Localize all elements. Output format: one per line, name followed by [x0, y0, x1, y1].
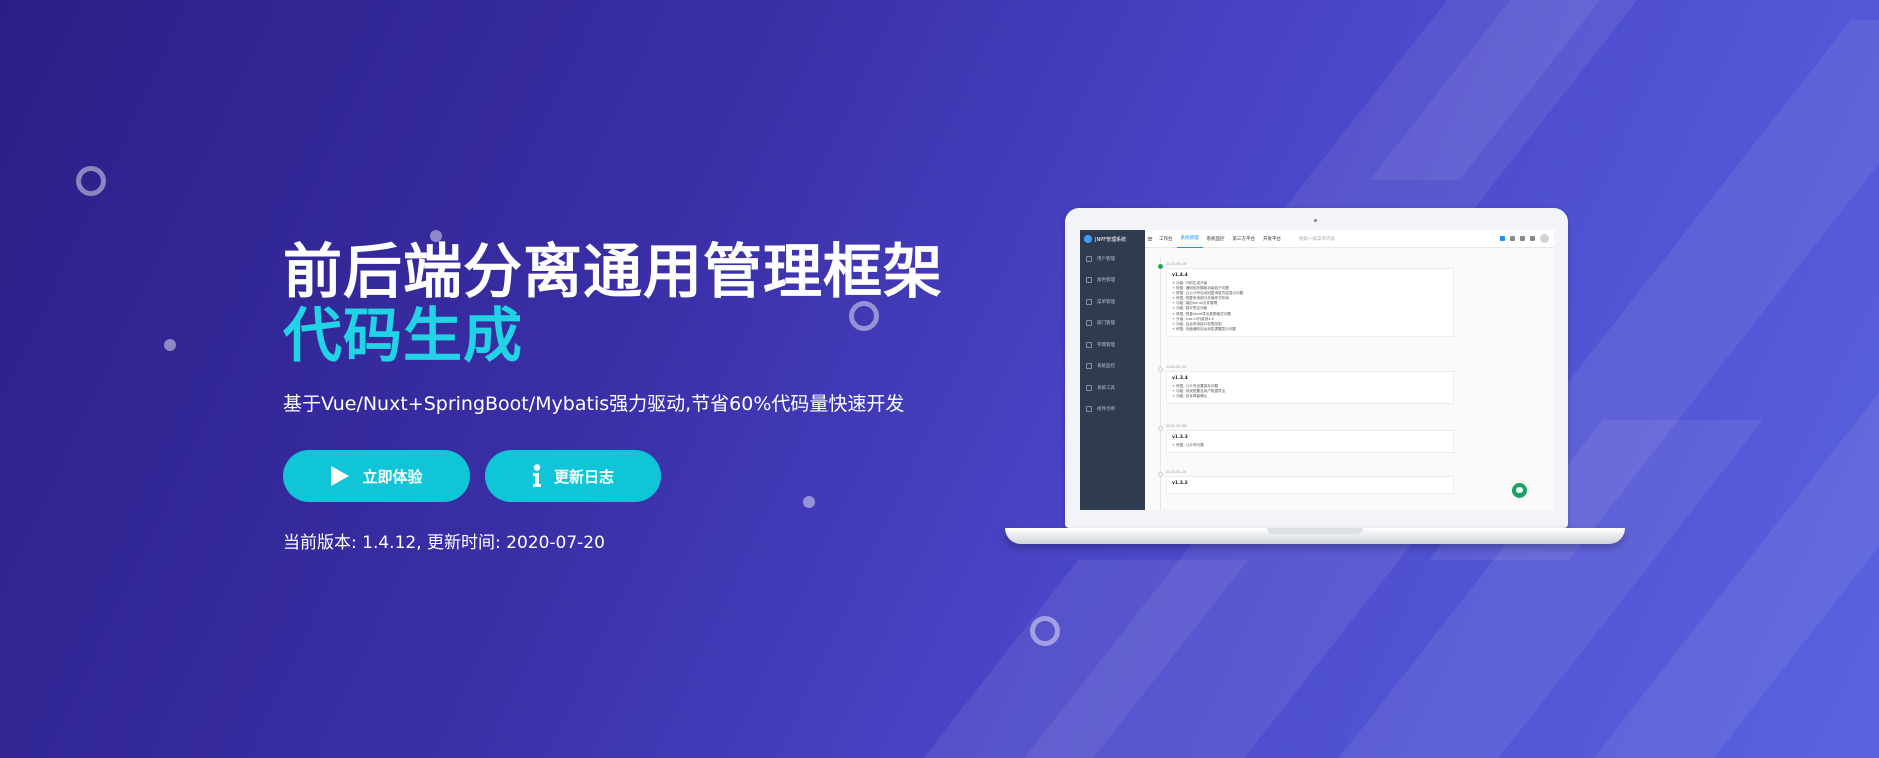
- changelog-label: 更新日志: [553, 467, 614, 486]
- screen-sidebar-item: 角色管理: [1080, 270, 1145, 292]
- menu-icon: [1086, 298, 1092, 305]
- screen-sidebar: JNPF管理系统 用户管理 角色管理 菜单管理 部门管理 字典管理 系统监控 系…: [1080, 230, 1145, 510]
- screen-tab-active: 系统管理: [1176, 230, 1203, 248]
- decor-ring: [1030, 616, 1060, 646]
- screen-sidebar-item: 组件示例: [1080, 399, 1145, 421]
- timeline-version: v1.3.2: [1172, 481, 1188, 486]
- logo-icon: [1084, 235, 1092, 243]
- screen-sidebar-item: 系统监控: [1080, 356, 1145, 378]
- chat-fab-icon: [1512, 483, 1527, 498]
- menu-icon: [1086, 255, 1092, 262]
- screen-sidebar-item: 菜单管理: [1080, 291, 1145, 313]
- changelog-button[interactable]: 更新日志: [485, 450, 661, 502]
- screen-tab-label: 第三方平台: [1232, 236, 1256, 242]
- hero-title: 前后端分离通用管理框架: [283, 237, 944, 306]
- decor-dot: [164, 339, 176, 351]
- hero-content: 前后端分离通用管理框架 代码生成 基于Vue/Nuxt+SpringBoot/M…: [283, 240, 943, 553]
- hero-subtitle: 基于Vue/Nuxt+SpringBoot/Mybatis强力驱动,节省60%代…: [283, 393, 905, 415]
- camera-dot: [1314, 219, 1317, 222]
- hero-actions: 立即体验 更新日志: [283, 450, 943, 502]
- timeline-version: v1.3.4: [1172, 376, 1188, 381]
- timeline-line-item: + 功能: 优化弹窗确认: [1172, 394, 1208, 399]
- screen-tab: 工作台: [1155, 230, 1177, 247]
- screen-tool-icon: [1510, 236, 1515, 241]
- screen-tool-icon: [1530, 236, 1535, 241]
- screen-sidebar-label: 字典管理: [1097, 342, 1115, 348]
- timeline-entry: 2020-05-25 v1.3.4 + 修复: 公众号设置保存问题 + 功能: …: [1166, 365, 1454, 405]
- menu-icon: [1086, 341, 1092, 348]
- menu-icon: [1086, 384, 1092, 391]
- timeline-version: v1.3.3: [1172, 435, 1188, 440]
- screen-tab-label: 开发平台: [1263, 236, 1281, 242]
- screen-search: 搜索一级菜单内容: [1299, 236, 1335, 242]
- screen-main: 2020-06-18 v1.4.4 + 功能: 代码生成升级 + 修复: 通知相…: [1145, 248, 1554, 510]
- avatar: [1540, 234, 1549, 243]
- hero-title-highlight: 代码生成: [283, 301, 524, 370]
- hero-banner: 前后端分离通用管理框架 代码生成 基于Vue/Nuxt+SpringBoot/M…: [0, 0, 1879, 758]
- screen-sidebar-item: 字典管理: [1080, 334, 1145, 356]
- play-icon: [330, 465, 350, 487]
- timeline-card: v1.3.4 + 修复: 公众号设置保存问题 + 功能: 系统配置及用户数据导出…: [1166, 371, 1454, 405]
- timeline-entry: 2020-06-18 v1.4.4 + 功能: 代码生成升级 + 修复: 通知相…: [1166, 262, 1454, 337]
- screen-toolbar-icons: [1500, 234, 1554, 243]
- hamburger-icon: ≡: [1147, 234, 1153, 243]
- screen-sidebar-item: 部门管理: [1080, 313, 1145, 335]
- timeline-line-item: + 修复: 页面通知后台消息提醒显示问题: [1172, 326, 1237, 331]
- laptop-mockup: JNPF管理系统 用户管理 角色管理 菜单管理 部门管理 字典管理 系统监控 系…: [1005, 208, 1625, 546]
- timeline-entry: 2020-04-20 v1.3.2: [1166, 470, 1454, 494]
- screen-sidebar-label: 系统监控: [1097, 364, 1115, 370]
- screen-tab: 系统监控: [1203, 230, 1229, 247]
- screen-sidebar-label: 菜单管理: [1097, 299, 1115, 305]
- timeline-card: v1.3.3 + 修复: 公众号问题: [1166, 430, 1454, 454]
- menu-icon: [1086, 277, 1092, 284]
- laptop-notch: [1267, 528, 1363, 534]
- timeline-entry: 2020-05-06 v1.3.3 + 修复: 公众号问题: [1166, 424, 1454, 454]
- screen-sidebar-label: 用户管理: [1097, 256, 1115, 262]
- screen-sidebar-label: 部门管理: [1097, 321, 1115, 327]
- timeline-version: v1.4.4: [1172, 273, 1188, 278]
- menu-icon: [1086, 363, 1092, 370]
- try-now-button[interactable]: 立即体验: [283, 450, 470, 502]
- screen-sidebar-item: 系统工具: [1080, 377, 1145, 399]
- timeline-dot: [1158, 472, 1163, 477]
- screen-logo: JNPF管理系统: [1080, 230, 1145, 248]
- screen-sidebar-label: 组件示例: [1097, 407, 1115, 413]
- screen-tab-label: 系统管理: [1180, 236, 1199, 241]
- timeline-dot: [1158, 264, 1163, 269]
- screen-tool-icon: [1520, 236, 1525, 241]
- screen-sidebar-item: 用户管理: [1080, 248, 1145, 270]
- timeline-line-item: + 修复: 公众号问题: [1172, 443, 1204, 447]
- timeline-card: v1.4.4 + 功能: 代码生成升级 + 修复: 通知相关模板功能若干问题 +…: [1166, 268, 1454, 337]
- menu-icon: [1086, 320, 1092, 327]
- menu-icon: [1086, 406, 1092, 413]
- screen-tab-label: 工作台: [1159, 236, 1173, 242]
- timeline-dot: [1158, 367, 1163, 372]
- laptop-screen: JNPF管理系统 用户管理 角色管理 菜单管理 部门管理 字典管理 系统监控 系…: [1080, 230, 1554, 510]
- timeline-card: v1.3.2: [1166, 476, 1454, 494]
- timeline-dot: [1158, 426, 1163, 431]
- screen-tab: 开发平台: [1259, 230, 1285, 247]
- screen-sidebar-label: 角色管理: [1097, 278, 1115, 284]
- screen-topbar: ≡ 工作台 系统管理 系统监控 第三方平台 开发平台 搜索一级菜单内容: [1145, 230, 1554, 248]
- version-info: 当前版本: 1.4.12, 更新时间: 2020-07-20: [283, 533, 605, 553]
- screen-sidebar-label: 系统工具: [1097, 385, 1115, 391]
- screen-tab-label: 系统监控: [1206, 236, 1225, 242]
- laptop-lid: JNPF管理系统 用户管理 角色管理 菜单管理 部门管理 字典管理 系统监控 系…: [1065, 208, 1568, 528]
- decor-ring: [76, 166, 106, 196]
- screen-app-name: JNPF管理系统: [1095, 236, 1127, 243]
- info-icon: [532, 464, 542, 488]
- screen-tab: 第三方平台: [1229, 230, 1260, 247]
- screen-tool-icon: [1500, 236, 1505, 241]
- try-now-label: 立即体验: [362, 467, 423, 486]
